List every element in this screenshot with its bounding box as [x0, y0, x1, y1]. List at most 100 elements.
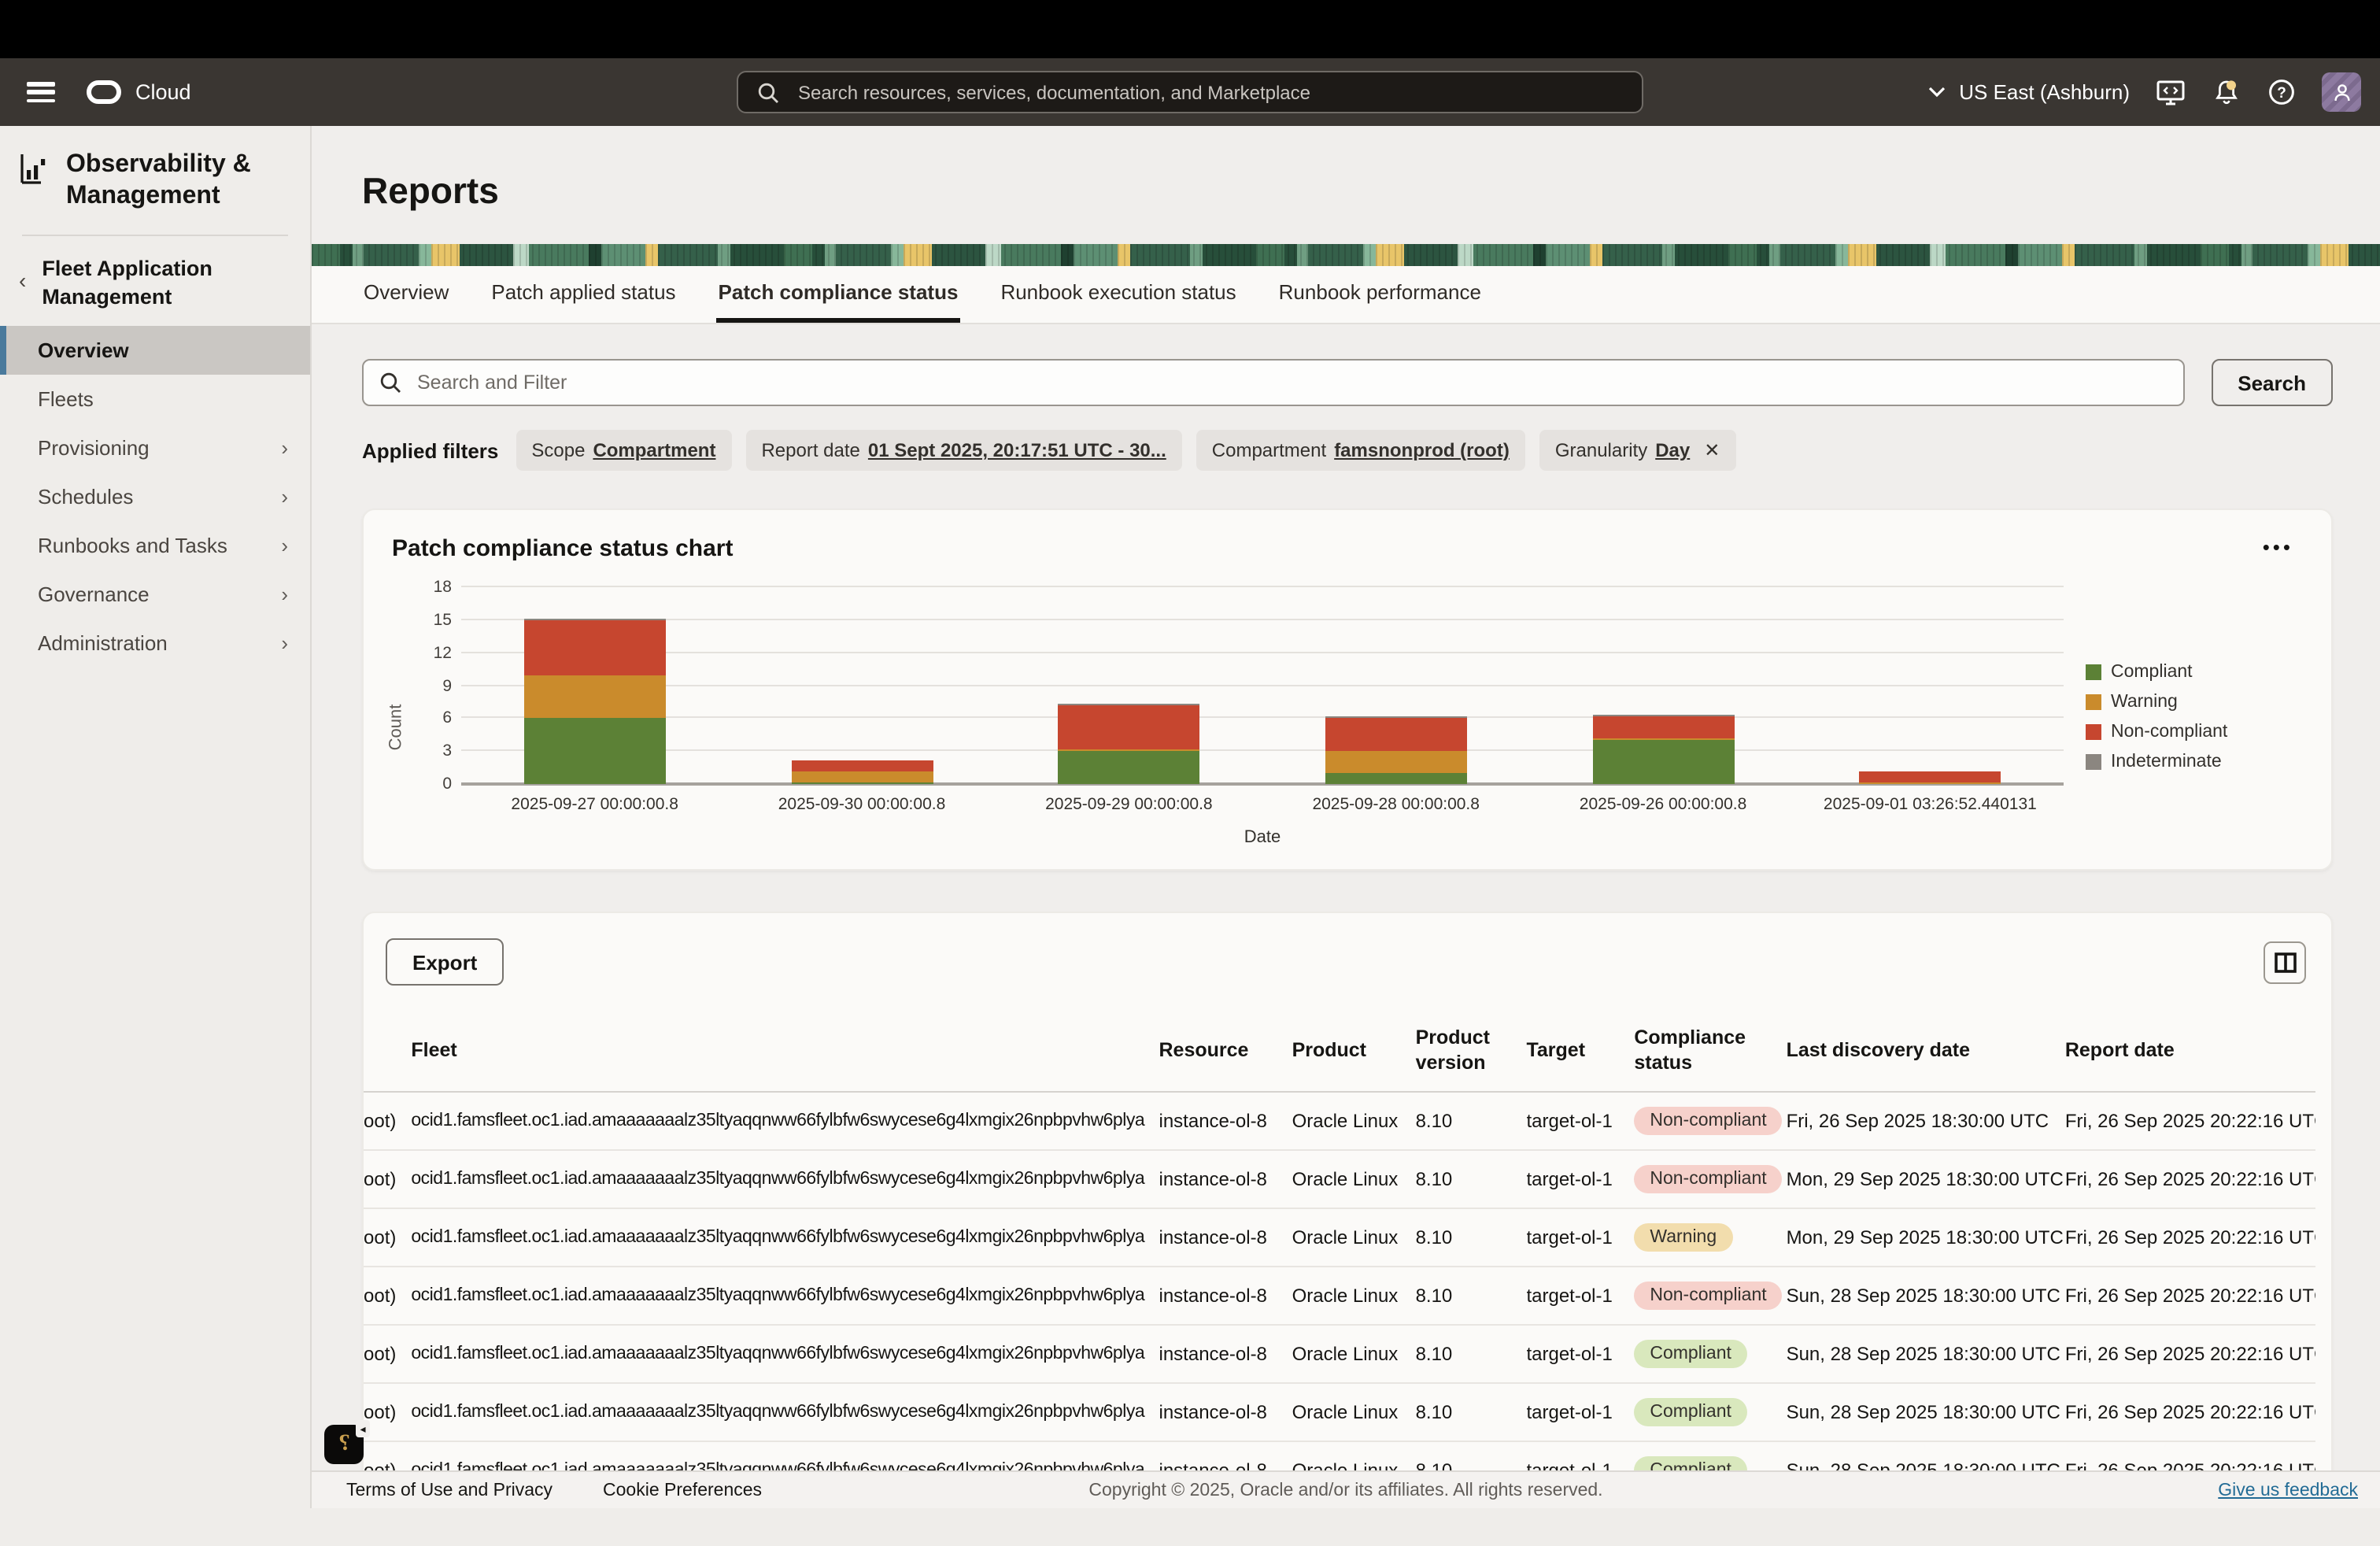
bar-segment-warning — [524, 675, 666, 719]
sidebar-item-label: Provisioning — [38, 436, 150, 460]
legend-label: Indeterminate — [2111, 753, 2222, 771]
bar-segment-compliant — [1592, 740, 1734, 784]
x-tick-label: 2025-09-29 00:00:00.8 — [996, 795, 1262, 814]
x-tick-label: 2025-09-27 00:00:00.8 — [461, 795, 728, 814]
manage-columns-button[interactable] — [2264, 941, 2306, 983]
x-axis-title: Date — [461, 828, 2064, 847]
bar-segment-non-compliant — [1058, 706, 1199, 750]
footer-links: Terms of Use and Privacy Cookie Preferenc… — [346, 1481, 762, 1500]
region-selector[interactable]: US East (Ashburn) — [1927, 80, 2130, 104]
bar-segment-compliant — [524, 719, 666, 784]
sidebar-item-fleets[interactable]: Fleets — [0, 375, 310, 423]
oracle-logo-icon — [87, 80, 121, 104]
column-header-last-discovery-date: Last discovery date — [1787, 1017, 2065, 1093]
help-icon[interactable]: ? — [2267, 78, 2295, 106]
chip-label: Compartment — [1212, 439, 1326, 461]
assistant-widget[interactable]: ? ◂ — [324, 1425, 364, 1464]
chip-remove-icon[interactable]: ✕ — [1704, 439, 1720, 461]
sidebar-item-label: Schedules — [38, 485, 133, 509]
filter-chip-compartment[interactable]: Compartmentfamsnonprod (root) — [1196, 430, 1525, 471]
y-tick-label: 3 — [442, 742, 452, 760]
chip-label: Granularity — [1555, 439, 1647, 461]
status-badge: Non-compliant — [1634, 1282, 1782, 1311]
filter-chip-scope[interactable]: ScopeCompartment — [516, 430, 731, 471]
sidebar-item-provisioning[interactable]: Provisioning › — [0, 423, 310, 472]
sidebar-item-schedules[interactable]: Schedules› — [0, 472, 310, 521]
chevron-right-icon: › — [281, 583, 288, 606]
sidebar-item-label: Administration — [38, 631, 168, 655]
tab-overview[interactable]: Overview — [362, 266, 450, 323]
bar-segment-warning — [1325, 751, 1467, 773]
chart-menu-button[interactable]: ••• — [2256, 535, 2300, 559]
chip-label: Scope — [531, 439, 585, 461]
sidebar-section-header: Observability & Management — [0, 150, 310, 213]
cell-target: target-ol-1 — [1526, 1151, 1634, 1209]
cell-fleet: ocid1.famsfleet.oc1.iad.amaaaaaaalz35lty… — [411, 1267, 1159, 1326]
dev-console-icon[interactable] — [2156, 78, 2185, 106]
bar-segment-non-compliant — [1325, 719, 1467, 752]
user-avatar[interactable] — [2322, 72, 2361, 112]
cell-clipped: oot) — [364, 1267, 411, 1326]
filter-chip-granularity[interactable]: GranularityDay✕ — [1539, 430, 1736, 471]
tab-runbook-performance[interactable]: Runbook performance — [1277, 266, 1483, 323]
cell-product-version: 8.10 — [1416, 1326, 1527, 1384]
status-badge: Compliant — [1634, 1399, 1747, 1427]
cell-fleet: ocid1.famsfleet.oc1.iad.amaaaaaaalz35lty… — [411, 1093, 1159, 1151]
bar-group — [1262, 717, 1529, 784]
footer-link-terms-of-use-and-privacy[interactable]: Terms of Use and Privacy — [346, 1481, 552, 1500]
brand-home[interactable]: Cloud — [87, 80, 191, 104]
columns-icon — [2274, 952, 2296, 972]
tab-patch-applied-status[interactable]: Patch applied status — [490, 266, 677, 323]
legend-label: Compliant — [2111, 663, 2193, 682]
global-search-input[interactable] — [795, 80, 1626, 105]
filter-chip-report-date[interactable]: Report date01 Sept 2025, 20:17:51 UTC - … — [745, 430, 1181, 471]
sidebar-item-label: Governance — [38, 583, 150, 606]
bar-group — [996, 705, 1262, 784]
sidebar-item-overview[interactable]: Overview — [0, 326, 310, 375]
notifications-bell-icon[interactable] — [2212, 78, 2240, 106]
shell: Observability & Management ‹ Fleet Appli… — [0, 126, 2380, 1508]
cell-fleet: ocid1.famsfleet.oc1.iad.amaaaaaaalz35lty… — [411, 1384, 1159, 1442]
bar-stack-6 — [1859, 771, 2001, 784]
tab-runbook-execution-status[interactable]: Runbook execution status — [999, 266, 1237, 323]
bar-segment-non-compliant — [524, 620, 666, 675]
sidebar-item-administration[interactable]: Administration› — [0, 619, 310, 668]
y-tick-label: 0 — [442, 775, 452, 793]
search-button[interactable]: Search — [2211, 359, 2333, 406]
bar-group — [1797, 771, 2064, 784]
cell-target: target-ol-1 — [1526, 1093, 1634, 1151]
cell-clipped: oot) — [364, 1093, 411, 1151]
tab-bar: Overview Patch applied status Patch compli… — [312, 266, 2380, 324]
feedback-link[interactable]: Give us feedback — [2218, 1481, 2358, 1500]
search-icon — [379, 372, 401, 394]
cell-product: Oracle Linux — [1292, 1384, 1416, 1442]
table-row: oot)ocid1.famsfleet.oc1.iad.amaaaaaaalz3… — [364, 1093, 2315, 1151]
table-toolbar: Export — [364, 938, 2331, 986]
x-tick-label: 2025-09-26 00:00:00.8 — [1529, 795, 1796, 814]
legend-swatch — [2086, 694, 2101, 710]
x-tick-label: 2025-09-01 03:26:52.440131 — [1797, 795, 2064, 814]
legend-item-indeterminate: Indeterminate — [2086, 753, 2300, 771]
bar-group — [728, 760, 995, 784]
chart-title: Patch compliance status chart — [392, 535, 734, 562]
legend-item-warning: Warning — [2086, 693, 2300, 712]
search-filter-input[interactable] — [414, 370, 2167, 395]
bar-stack-3 — [1058, 705, 1199, 784]
export-button[interactable]: Export — [386, 938, 504, 986]
chart-legend: CompliantWarningNon-compliantIndetermina… — [2064, 587, 2300, 847]
tab-patch-compliance-status[interactable]: Patch compliance status — [717, 266, 960, 323]
cell-last-discovery-date: Mon, 29 Sep 2025 18:30:00 UTC — [1787, 1209, 2065, 1267]
chevron-right-icon: › — [281, 534, 288, 557]
chevron-down-icon — [1927, 87, 1945, 98]
footer-link-cookie-preferences[interactable]: Cookie Preferences — [603, 1481, 762, 1500]
sidebar-item-governance[interactable]: Governance › — [0, 570, 310, 619]
chevron-right-icon: › — [281, 436, 288, 460]
cell-compliance-status: Non-compliant — [1634, 1267, 1786, 1326]
cell-product-version: 8.10 — [1416, 1384, 1527, 1442]
hamburger-menu-icon[interactable] — [27, 82, 55, 102]
cell-report-date: Fri, 26 Sep 2025 20:22:16 UTC — [2065, 1384, 2315, 1442]
back-chevron-icon[interactable]: ‹ — [19, 268, 26, 293]
sidebar-app-title: Fleet Application Management — [42, 255, 288, 310]
sidebar-item-runbooks-and-tasks[interactable]: Runbooks and Tasks› — [0, 521, 310, 570]
bar-segment-compliant — [791, 782, 933, 784]
